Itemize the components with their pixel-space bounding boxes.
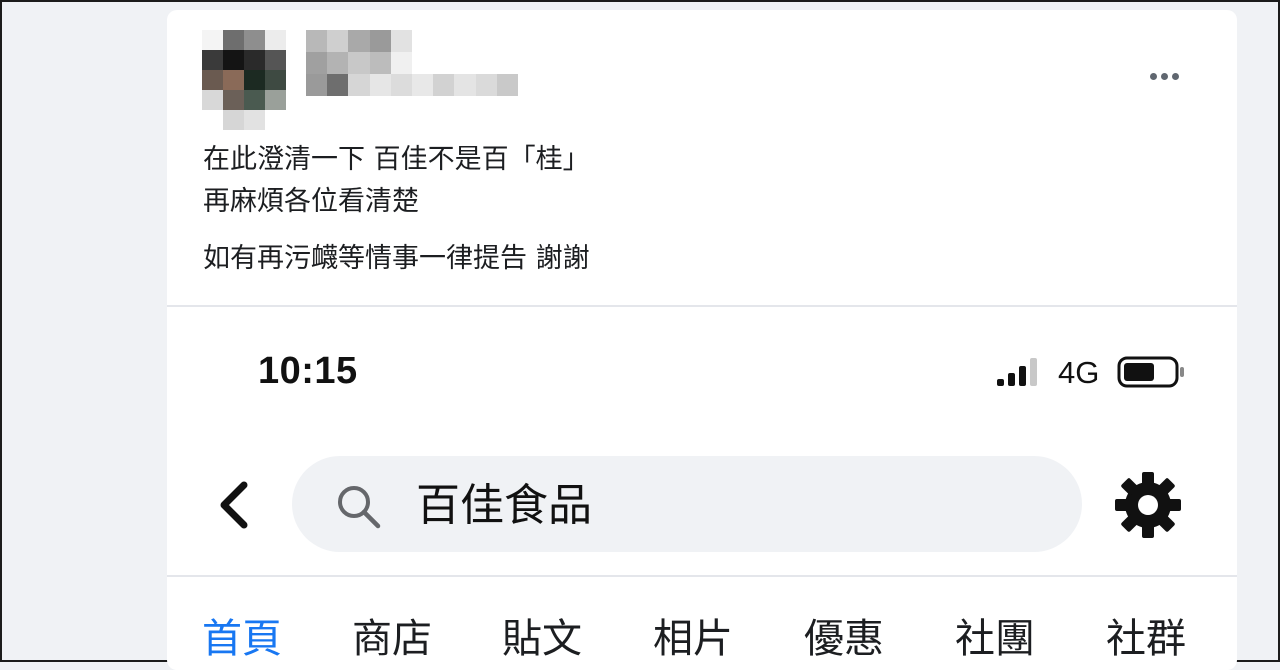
search-input[interactable]: 百佳食品 [416,478,592,534]
gear-icon[interactable] [1113,470,1183,540]
dot [1160,72,1168,80]
tab-groups[interactable]: 社團 [955,614,1035,662]
tab-shop[interactable]: 商店 [352,614,432,662]
tab-offers[interactable]: 優惠 [804,614,884,662]
page-tabs: 首頁 商店 貼文 相片 優惠 社團 社群 [167,614,1237,662]
search-icon[interactable] [334,482,384,532]
post-text-line-3: 如有再污衊等情事一律提告 謝謝 [203,243,590,274]
post-text-line-2: 再麻煩各位看清楚 [203,186,419,217]
search-bar[interactable] [292,456,1082,552]
signal-bars-icon [997,358,1037,386]
divider [167,305,1237,307]
author-name-blurred[interactable] [306,30,518,120]
post-text-line-1: 在此澄清一下 百佳不是百「桂」 [203,144,590,175]
divider [167,575,1237,577]
back-chevron-icon[interactable] [214,480,254,530]
avatar[interactable] [202,30,286,130]
status-time: 10:15 [258,350,358,392]
dot [1171,72,1179,80]
battery-icon [1117,356,1184,388]
tab-home[interactable]: 首頁 [202,614,282,662]
tab-posts[interactable]: 貼文 [502,614,582,662]
dot [1149,72,1157,80]
tab-communities[interactable]: 社群 [1106,614,1186,662]
tab-photos[interactable]: 相片 [653,614,733,662]
more-options-icon[interactable] [1142,62,1186,90]
network-type: 4G [1058,355,1100,390]
